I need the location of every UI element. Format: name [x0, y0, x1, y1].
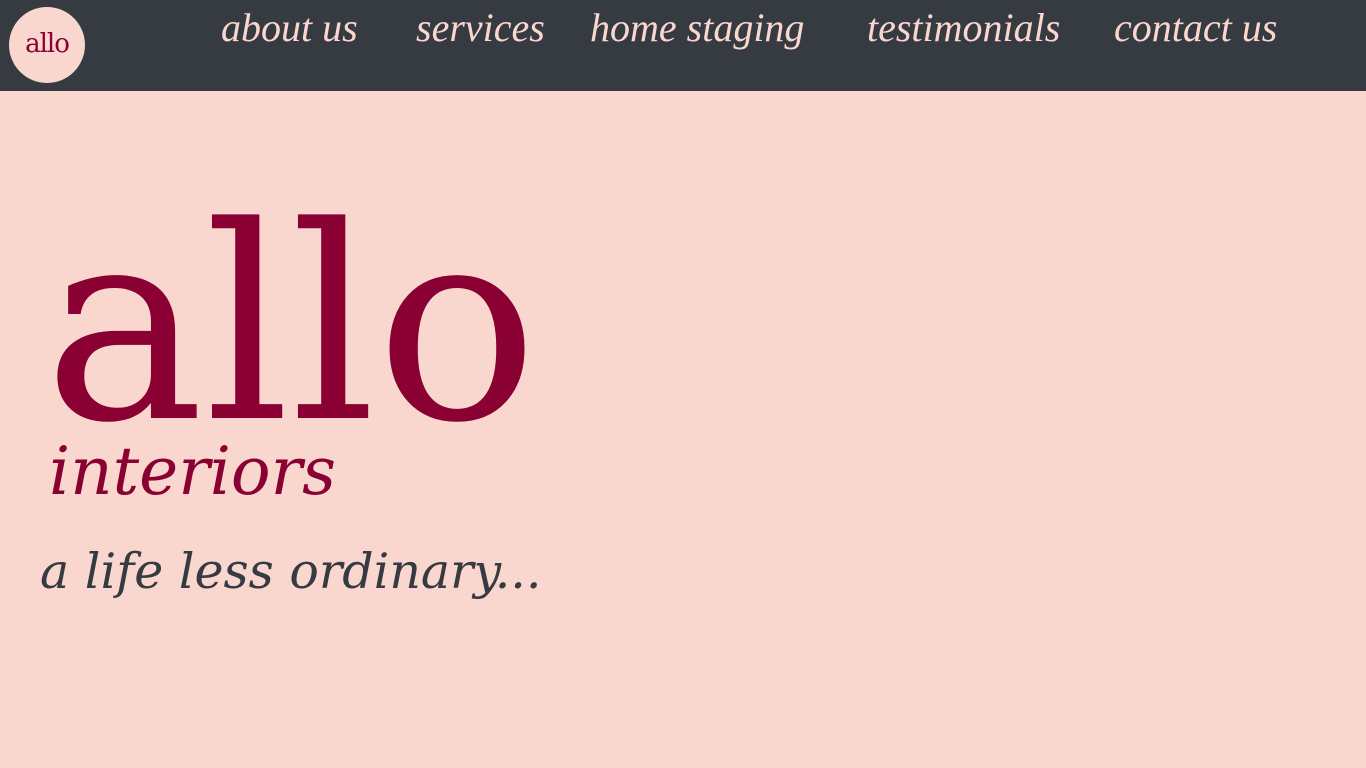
- hero-brand-wordmark: allo: [44, 160, 544, 430]
- logo-text: allo: [25, 29, 70, 59]
- nav-link-home-staging[interactable]: home staging: [590, 6, 804, 50]
- hero-subtitle: interiors: [49, 433, 337, 510]
- hero-brand-text: allo: [44, 170, 538, 430]
- nav-link-services[interactable]: services: [416, 6, 545, 50]
- hero-tagline: a life less ordinary...: [40, 543, 542, 600]
- nav-link-testimonials[interactable]: testimonials: [867, 6, 1060, 50]
- top-navigation-bar: allo about us services home staging test…: [0, 0, 1366, 91]
- nav-link-contact-us[interactable]: contact us: [1114, 6, 1277, 50]
- site-logo[interactable]: allo: [9, 7, 85, 83]
- nav-link-about-us[interactable]: about us: [221, 6, 358, 50]
